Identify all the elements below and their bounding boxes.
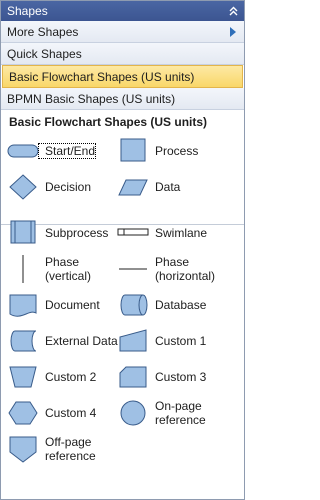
shape-item-phase-horizontal[interactable]: Phase (horizontal) [117, 253, 235, 285]
phase-horizontal-shape-icon [117, 253, 149, 285]
custom-3-shape-icon [117, 361, 149, 393]
shapes-pane-header[interactable]: Shapes [1, 1, 244, 21]
shape-item-subprocess[interactable]: Subprocess [7, 217, 125, 249]
shape-label: Process [155, 144, 199, 158]
shape-label: External Data [45, 334, 118, 348]
shape-label: Custom 3 [155, 370, 207, 384]
on-page-reference-shape-icon [117, 397, 149, 429]
stencil-title: Basic Flowchart Shapes (US units) [9, 115, 208, 129]
shape-label: Custom 4 [45, 406, 97, 420]
shape-item-database[interactable]: Database [117, 289, 235, 321]
swimlane-shape-icon [117, 217, 149, 249]
off-page-reference-shape-icon [7, 433, 39, 465]
document-shape-icon [7, 289, 39, 321]
shapes-pane: Shapes More Shapes Quick Shapes Basic Fl… [0, 0, 245, 500]
stencil-item-bpmn-basic[interactable]: BPMN Basic Shapes (US units) [1, 88, 244, 110]
shape-label: Phase (vertical) [45, 255, 92, 283]
shape-item-swimlane[interactable]: Swimlane [117, 217, 235, 249]
custom-2-shape-icon [7, 361, 39, 393]
shapes-pane-title: Shapes [7, 4, 48, 18]
shape-item-on-page-reference[interactable]: On-page reference [117, 397, 235, 429]
decision-shape-icon [7, 171, 39, 203]
collapse-chevron-icon[interactable] [228, 5, 239, 16]
shape-item-custom-1[interactable]: Custom 1 [117, 325, 235, 357]
shape-item-process[interactable]: Process [117, 135, 235, 167]
process-shape-icon [117, 135, 149, 167]
shape-item-external-data[interactable]: External Data [7, 325, 125, 357]
external-data-shape-icon [7, 325, 39, 357]
shape-label: On-page reference [155, 399, 206, 427]
shape-item-data[interactable]: Data [117, 171, 235, 203]
data-shape-icon [117, 171, 149, 203]
start-end-shape-icon [7, 135, 39, 167]
submenu-arrow-icon [230, 27, 236, 37]
shape-item-custom-3[interactable]: Custom 3 [117, 361, 235, 393]
more-shapes-label: More Shapes [7, 24, 79, 39]
custom-1-shape-icon [117, 325, 149, 357]
shape-label: Phase (horizontal) [155, 255, 216, 283]
shape-label: Decision [45, 180, 92, 194]
shape-label: Subprocess [45, 226, 109, 240]
phase-vertical-shape-icon [7, 253, 39, 285]
shape-label: Data [155, 180, 181, 194]
shape-label: Start/End [37, 143, 97, 159]
shape-item-custom-4[interactable]: Custom 4 [7, 397, 125, 429]
shape-item-phase-vertical[interactable]: Phase (vertical) [7, 253, 125, 285]
shape-label: Document [45, 298, 100, 312]
stencil-item-basic-flowchart[interactable]: Basic Flowchart Shapes (US units) [2, 65, 243, 88]
stencil-item-label: BPMN Basic Shapes (US units) [7, 91, 176, 106]
quick-shapes-label: Quick Shapes [7, 46, 82, 61]
stencil-item-label: Basic Flowchart Shapes (US units) [9, 69, 195, 84]
custom-4-shape-icon [7, 397, 39, 429]
shape-item-document[interactable]: Document [7, 289, 125, 321]
quick-shapes-item[interactable]: Quick Shapes [1, 43, 244, 65]
subprocess-shape-icon [7, 217, 39, 249]
shape-label: Database [155, 298, 207, 312]
shape-label: Swimlane [155, 226, 208, 240]
shape-item-start-end[interactable]: Start/End [7, 135, 125, 167]
more-shapes-menu[interactable]: More Shapes [1, 21, 244, 43]
shape-item-off-page-reference[interactable]: Off-page reference [7, 433, 125, 465]
shape-label: Custom 2 [45, 370, 97, 384]
database-shape-icon [117, 289, 149, 321]
shape-item-custom-2[interactable]: Custom 2 [7, 361, 125, 393]
shape-item-decision[interactable]: Decision [7, 171, 125, 203]
shape-label: Custom 1 [155, 334, 207, 348]
shapes-grid: Start/End Process Decision Data Subprocess Sw… [1, 131, 244, 491]
shape-label: Off-page reference [45, 435, 96, 463]
